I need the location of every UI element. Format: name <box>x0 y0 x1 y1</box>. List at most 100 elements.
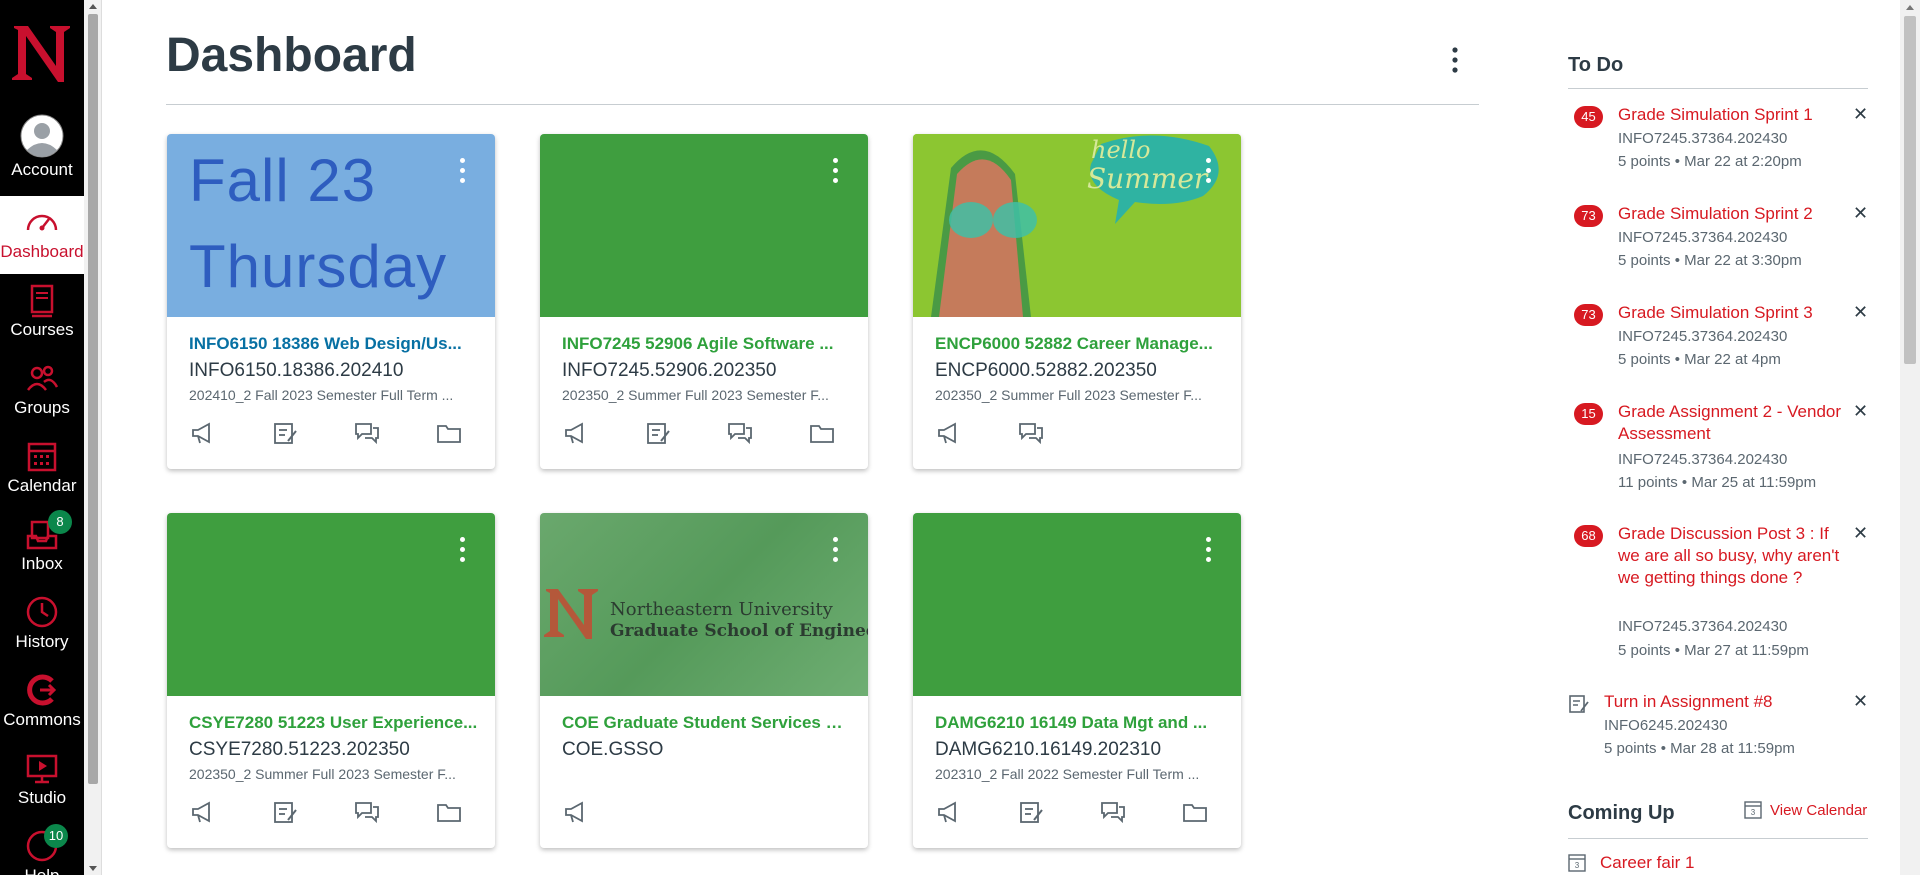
assignments-icon[interactable] <box>271 419 299 447</box>
todo-item: 73 Grade Simulation Sprint 2 INFO7245.37… <box>1568 195 1868 285</box>
todo-item-meta: 11 points • Mar 25 at 11:59pm <box>1618 474 1817 491</box>
todo-item: 73 Grade Simulation Sprint 3 INFO7245.37… <box>1568 294 1868 384</box>
announcements-icon[interactable] <box>935 419 963 447</box>
card-options-icon[interactable] <box>830 537 840 569</box>
history-icon <box>26 596 58 628</box>
nav-label: Groups <box>14 398 70 417</box>
todo-item-link[interactable]: Grade Simulation Sprint 1 <box>1618 104 1843 126</box>
card-options-icon[interactable] <box>457 537 467 569</box>
needs-grading-badge: 45 <box>1574 106 1603 128</box>
nav-dashboard[interactable]: Dashboard <box>0 196 84 274</box>
course-card[interactable]: Fall 23 Thursday INFO6150 18386 Web Desi… <box>167 134 495 469</box>
course-card-title[interactable]: DAMG6210 16149 Data Mgt and ... <box>935 713 1225 733</box>
nav-commons[interactable]: Commons <box>0 664 84 742</box>
dismiss-icon[interactable]: ✕ <box>1853 104 1868 125</box>
nav-history[interactable]: History <box>0 586 84 664</box>
nav-label: Calendar <box>7 476 77 495</box>
dashboard-options-icon[interactable] <box>1440 44 1470 76</box>
dismiss-icon[interactable]: ✕ <box>1853 523 1868 544</box>
course-card-title[interactable]: ENCP6000 52882 Career Manage... <box>935 334 1225 354</box>
course-card[interactable]: INFO7245 52906 Agile Software ... INFO72… <box>540 134 868 469</box>
course-card[interactable]: hello Summer ENCP6000 52882 Career Manag… <box>913 134 1241 469</box>
nav-calendar[interactable]: Calendar <box>0 430 84 508</box>
todo-item-link[interactable]: Grade Discussion Post 3 : If we are all … <box>1618 523 1843 589</box>
course-card-term: 202310_2 Fall 2022 Semester Full Term ..… <box>935 766 1200 782</box>
course-card-code: DAMG6210.16149.202310 <box>935 739 1162 760</box>
account-icon <box>20 114 64 158</box>
scroll-up-arrow-icon[interactable] <box>89 4 97 9</box>
inbox-unread-badge: 8 <box>48 510 72 534</box>
dismiss-icon[interactable]: ✕ <box>1853 691 1868 712</box>
coming-up-item[interactable]: 3 Career fair 1 <box>1568 852 1694 873</box>
page-scrollbar[interactable] <box>1900 0 1920 875</box>
files-icon[interactable] <box>435 798 463 826</box>
files-icon[interactable] <box>435 419 463 447</box>
assignments-icon[interactable] <box>1017 798 1045 826</box>
todo-item-course: INFO7245.37364.202430 <box>1618 328 1788 345</box>
assignments-icon[interactable] <box>271 798 299 826</box>
card-options-icon[interactable] <box>1203 537 1213 569</box>
dismiss-icon[interactable]: ✕ <box>1853 203 1868 224</box>
nav-label: Courses <box>10 320 74 339</box>
announcements-icon[interactable] <box>189 798 217 826</box>
course-card-hero[interactable] <box>913 513 1241 696</box>
scroll-up-arrow-icon[interactable] <box>1906 5 1914 10</box>
nav-studio[interactable]: Studio <box>0 742 84 820</box>
course-card-hero[interactable]: Northeastern University Graduate School … <box>540 513 868 696</box>
card-options-icon[interactable] <box>1203 158 1213 190</box>
announcements-icon[interactable] <box>562 798 590 826</box>
course-card-hero[interactable] <box>540 134 868 317</box>
assignment-icon <box>1569 695 1589 713</box>
needs-grading-badge: 68 <box>1574 525 1603 547</box>
todo-item-link[interactable]: Grade Simulation Sprint 3 <box>1618 302 1843 324</box>
card-options-icon[interactable] <box>830 158 840 190</box>
nav-inbox[interactable]: 8 Inbox <box>0 508 84 586</box>
course-card-hero[interactable] <box>167 513 495 696</box>
course-card[interactable]: Northeastern University Graduate School … <box>540 513 868 848</box>
course-card-term: 202350_2 Summer Full 2023 Semester F... <box>935 387 1202 403</box>
discussions-icon[interactable] <box>1099 798 1127 826</box>
northeastern-logo[interactable] <box>8 22 76 84</box>
dismiss-icon[interactable]: ✕ <box>1853 401 1868 422</box>
todo-item-meta: 5 points • Mar 27 at 11:59pm <box>1618 642 1809 659</box>
discussions-icon[interactable] <box>726 419 754 447</box>
calendar-icon <box>27 442 57 472</box>
course-card-title[interactable]: COE Graduate Student Services O... <box>562 713 852 733</box>
course-card-hero[interactable]: Fall 23 Thursday <box>167 134 495 317</box>
discussions-icon[interactable] <box>353 798 381 826</box>
scroll-down-arrow-icon[interactable] <box>89 866 97 871</box>
todo-item-link[interactable]: Grade Simulation Sprint 2 <box>1618 203 1843 225</box>
discussions-icon[interactable] <box>353 419 381 447</box>
announcements-icon[interactable] <box>562 419 590 447</box>
course-card-title[interactable]: INFO7245 52906 Agile Software ... <box>562 334 852 354</box>
card-options-icon[interactable] <box>457 158 467 190</box>
course-card-code: COE.GSSO <box>562 739 664 760</box>
hero-text: hello <box>1091 136 1151 164</box>
todo-item-link[interactable]: Turn in Assignment #8 <box>1604 691 1829 713</box>
files-icon[interactable] <box>808 419 836 447</box>
course-card-hero[interactable]: hello Summer <box>913 134 1241 317</box>
scrollbar-thumb[interactable] <box>1904 16 1916 364</box>
files-icon[interactable] <box>1181 798 1209 826</box>
todo-item-link[interactable]: Grade Assignment 2 - Vendor Assessment <box>1618 401 1843 445</box>
dismiss-icon[interactable]: ✕ <box>1853 302 1868 323</box>
view-calendar-link[interactable]: 3 View Calendar <box>1744 799 1867 819</box>
nav-help[interactable]: 10 Help <box>0 820 84 875</box>
todo-divider <box>1568 88 1868 89</box>
coming-up-divider <box>1568 838 1868 839</box>
calendar-event-icon: 3 <box>1568 854 1586 872</box>
nav-account[interactable]: Account <box>0 112 84 190</box>
nav-courses[interactable]: Courses <box>0 274 84 352</box>
scrollbar-thumb[interactable] <box>88 14 98 784</box>
nav-groups[interactable]: Groups <box>0 352 84 430</box>
course-card-title[interactable]: INFO6150 18386 Web Design/Us... <box>189 334 479 354</box>
commons-icon <box>27 674 57 706</box>
course-card-title[interactable]: CSYE7280 51223 User Experience... <box>189 713 479 733</box>
course-card[interactable]: DAMG6210 16149 Data Mgt and ... DAMG6210… <box>913 513 1241 848</box>
discussions-icon[interactable] <box>1017 419 1045 447</box>
course-card[interactable]: CSYE7280 51223 User Experience... CSYE72… <box>167 513 495 848</box>
nav-scrollbar[interactable] <box>84 0 102 875</box>
announcements-icon[interactable] <box>189 419 217 447</box>
announcements-icon[interactable] <box>935 798 963 826</box>
assignments-icon[interactable] <box>644 419 672 447</box>
